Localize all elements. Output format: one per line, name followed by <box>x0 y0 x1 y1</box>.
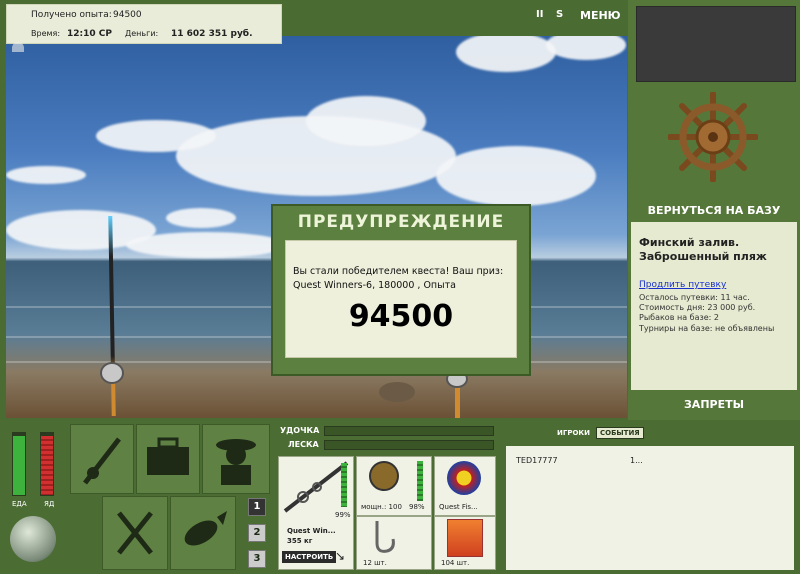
food-label: ЕДА <box>12 500 27 508</box>
sound-button[interactable]: S <box>556 9 563 20</box>
poison-bar <box>40 432 54 496</box>
dialog-message: Вы стали победителем квеста! Ваш приз: Q… <box>293 266 504 291</box>
time-value: 12:10 СР <box>67 29 112 39</box>
trip-left-text: Осталось путевки: 11 час. <box>639 293 750 302</box>
hook-icon <box>375 521 395 553</box>
tournaments-text: Турниры на базе: не объявлены <box>639 324 775 333</box>
tab-events[interactable]: СОБЫТИЯ <box>596 427 644 439</box>
event-player-name: TED17777 <box>516 456 558 465</box>
slot-2-button[interactable]: 2 <box>248 524 266 542</box>
bait-slot[interactable]: 104 шт. <box>434 516 496 570</box>
rod-weight: 355 кг <box>287 537 313 545</box>
rod-slot[interactable]: 99% Quest Win... 355 кг НАСТРОИТЬ ↘ <box>278 456 354 570</box>
status-hud: Получено опыта: 94500 Время: 12:10 СР Де… <box>6 4 282 44</box>
day-cost-text: Стоимость дня: 23 000 руб. <box>639 303 756 312</box>
cloud <box>306 96 426 146</box>
time-label: Время: <box>31 29 61 38</box>
reel-slot[interactable]: мощн.: 100 98% <box>356 456 432 516</box>
slot-3-button[interactable]: 3 <box>248 550 266 568</box>
reel-icon <box>369 461 399 491</box>
cloud <box>546 36 626 60</box>
line-tension-bar <box>324 440 494 450</box>
line-slot[interactable]: Quest Fis... <box>434 456 496 516</box>
rod-label: УДОЧКА <box>280 426 320 435</box>
arrow-down-right-icon: ↘ <box>335 549 346 563</box>
bell-icon[interactable] <box>12 42 24 52</box>
bait-count: 104 шт. <box>441 559 470 567</box>
rod-name: Quest Win... <box>287 527 336 535</box>
dialog-title: ПРЕДУПРЕЖДЕНИЕ <box>297 212 505 232</box>
minimap[interactable] <box>636 6 796 82</box>
setup-button[interactable]: НАСТРОИТЬ <box>282 551 337 563</box>
tackle-box-icon <box>147 437 189 475</box>
catch-tile[interactable] <box>170 496 236 570</box>
food-bar-fill <box>13 436 25 495</box>
dialog-body[interactable]: Вы стали победителем квеста! Ваш приз: Q… <box>285 240 517 358</box>
hook-slot[interactable]: 12 шт. <box>356 516 432 570</box>
money-label: Деньги: <box>125 29 159 38</box>
return-to-base-button[interactable]: ВЕРНУТЬСЯ НА БАЗУ <box>628 204 800 217</box>
cauldron-icon[interactable] <box>10 516 56 562</box>
experience-label: Получено опыта: <box>31 10 112 20</box>
anglers-text: Рыбаков на базе: 2 <box>639 313 719 322</box>
line-name: Quest Fis... <box>439 503 478 511</box>
menu-button[interactable]: МЕНЮ <box>580 9 621 22</box>
fishing-rod-icon <box>83 437 121 485</box>
rod-durability-bar <box>324 426 494 436</box>
events-list[interactable]: TED17777 1... <box>506 446 794 570</box>
cloud <box>6 166 86 184</box>
fishing-line-spool-icon <box>447 461 481 495</box>
rod-condition-bar <box>341 463 347 507</box>
rods-tile[interactable] <box>70 424 134 494</box>
food-tile[interactable] <box>102 496 168 570</box>
tackle-box-tile[interactable] <box>136 424 200 494</box>
poison-label: ЯД <box>44 500 55 508</box>
line-label: ЛЕСКА <box>288 440 319 449</box>
fish-icon <box>184 511 227 546</box>
location-info-panel: Финский залив. Заброшенный пляж Продлить… <box>631 222 797 390</box>
experience-value: 94500 <box>113 10 142 20</box>
extend-trip-link[interactable]: Продлить путевку <box>639 280 726 290</box>
chat-panel: ИГРОКИ СОБЫТИЯ TED17777 1... <box>502 422 796 570</box>
reel-icon <box>100 362 124 384</box>
rod-percent: 99% <box>335 511 351 519</box>
cloud <box>166 208 236 228</box>
poison-bar-fill <box>41 436 53 495</box>
money-value: 11 602 351 руб. <box>171 29 253 39</box>
reel-percent: 98% <box>409 503 425 511</box>
bans-button[interactable]: ЗАПРЕТЫ <box>628 398 800 411</box>
cloud <box>126 232 286 258</box>
slot-1-button[interactable]: 1 <box>248 498 266 516</box>
tab-players[interactable]: ИГРОКИ <box>554 428 593 438</box>
knife-fork-icon <box>117 511 153 555</box>
character-tile[interactable] <box>202 424 270 494</box>
food-bar <box>12 432 26 496</box>
tackle-panel: УДОЧКА ЛЕСКА 99% Quest Win... 355 кг НАС… <box>276 422 496 572</box>
fisherman-icon <box>216 439 256 485</box>
warning-dialog: ПРЕДУПРЕЖДЕНИЕ Вы стали победителем квес… <box>271 204 531 376</box>
event-value: 1... <box>630 456 643 465</box>
reel-power: мощн.: 100 <box>361 503 402 511</box>
cloud <box>456 36 556 72</box>
dialog-value: 94500 <box>348 299 454 334</box>
bait-pack-icon <box>447 519 483 557</box>
rock <box>379 382 415 402</box>
hook-count: 12 шт. <box>363 559 387 567</box>
cloud <box>436 146 596 206</box>
reel-condition-bar <box>417 461 423 501</box>
ship-wheel-icon[interactable] <box>668 92 758 182</box>
pause-button[interactable]: II <box>536 9 543 20</box>
location-title: Финский залив. Заброшенный пляж <box>639 236 767 263</box>
